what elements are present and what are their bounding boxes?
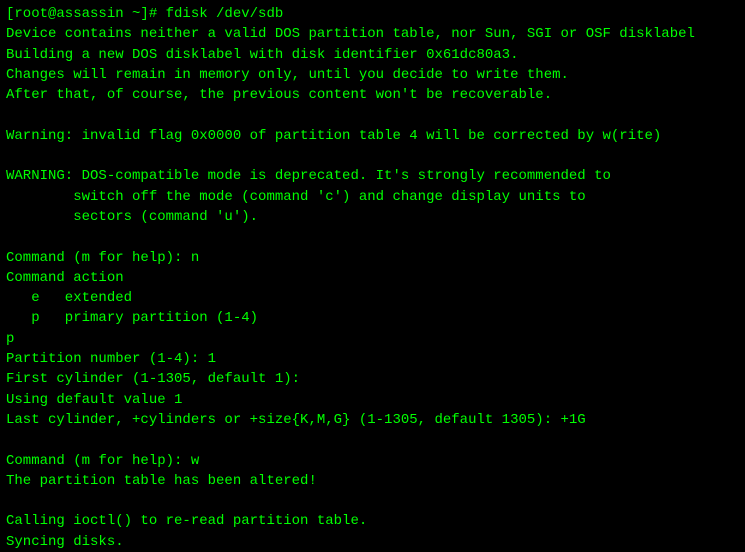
terminal-line: Changes will remain in memory only, unti… xyxy=(6,65,739,85)
terminal-line: Device contains neither a valid DOS part… xyxy=(6,24,739,44)
terminal-line: Command action xyxy=(6,268,739,288)
terminal-line: [root@assassin ~]# fdisk /dev/sdb xyxy=(6,4,739,24)
terminal-line: Partition number (1-4): 1 xyxy=(6,349,739,369)
terminal-line: Last cylinder, +cylinders or +size{K,M,G… xyxy=(6,410,739,430)
terminal-empty-line xyxy=(6,227,739,247)
terminal-line: e extended xyxy=(6,288,739,308)
terminal-line: Building a new DOS disklabel with disk i… xyxy=(6,45,739,65)
terminal-line: WARNING: DOS-compatible mode is deprecat… xyxy=(6,166,739,186)
terminal-line: sectors (command 'u'). xyxy=(6,207,739,227)
terminal-line: Using default value 1 xyxy=(6,390,739,410)
terminal-empty-line xyxy=(6,146,739,166)
terminal-line: After that, of course, the previous cont… xyxy=(6,85,739,105)
terminal-empty-line xyxy=(6,491,739,511)
terminal-line: The partition table has been altered! xyxy=(6,471,739,491)
terminal-line: First cylinder (1-1305, default 1): xyxy=(6,369,739,389)
terminal-line: Warning: invalid flag 0x0000 of partitio… xyxy=(6,126,739,146)
terminal-line: Command (m for help): w xyxy=(6,451,739,471)
terminal-line: Syncing disks. xyxy=(6,532,739,552)
terminal-line: p xyxy=(6,329,739,349)
terminal-window: [root@assassin ~]# fdisk /dev/sdbDevice … xyxy=(0,0,745,536)
terminal-line: p primary partition (1-4) xyxy=(6,308,739,328)
terminal-line: switch off the mode (command 'c') and ch… xyxy=(6,187,739,207)
terminal-empty-line xyxy=(6,430,739,450)
terminal-line: Command (m for help): n xyxy=(6,248,739,268)
terminal-empty-line xyxy=(6,105,739,125)
terminal-line: Calling ioctl() to re-read partition tab… xyxy=(6,511,739,531)
